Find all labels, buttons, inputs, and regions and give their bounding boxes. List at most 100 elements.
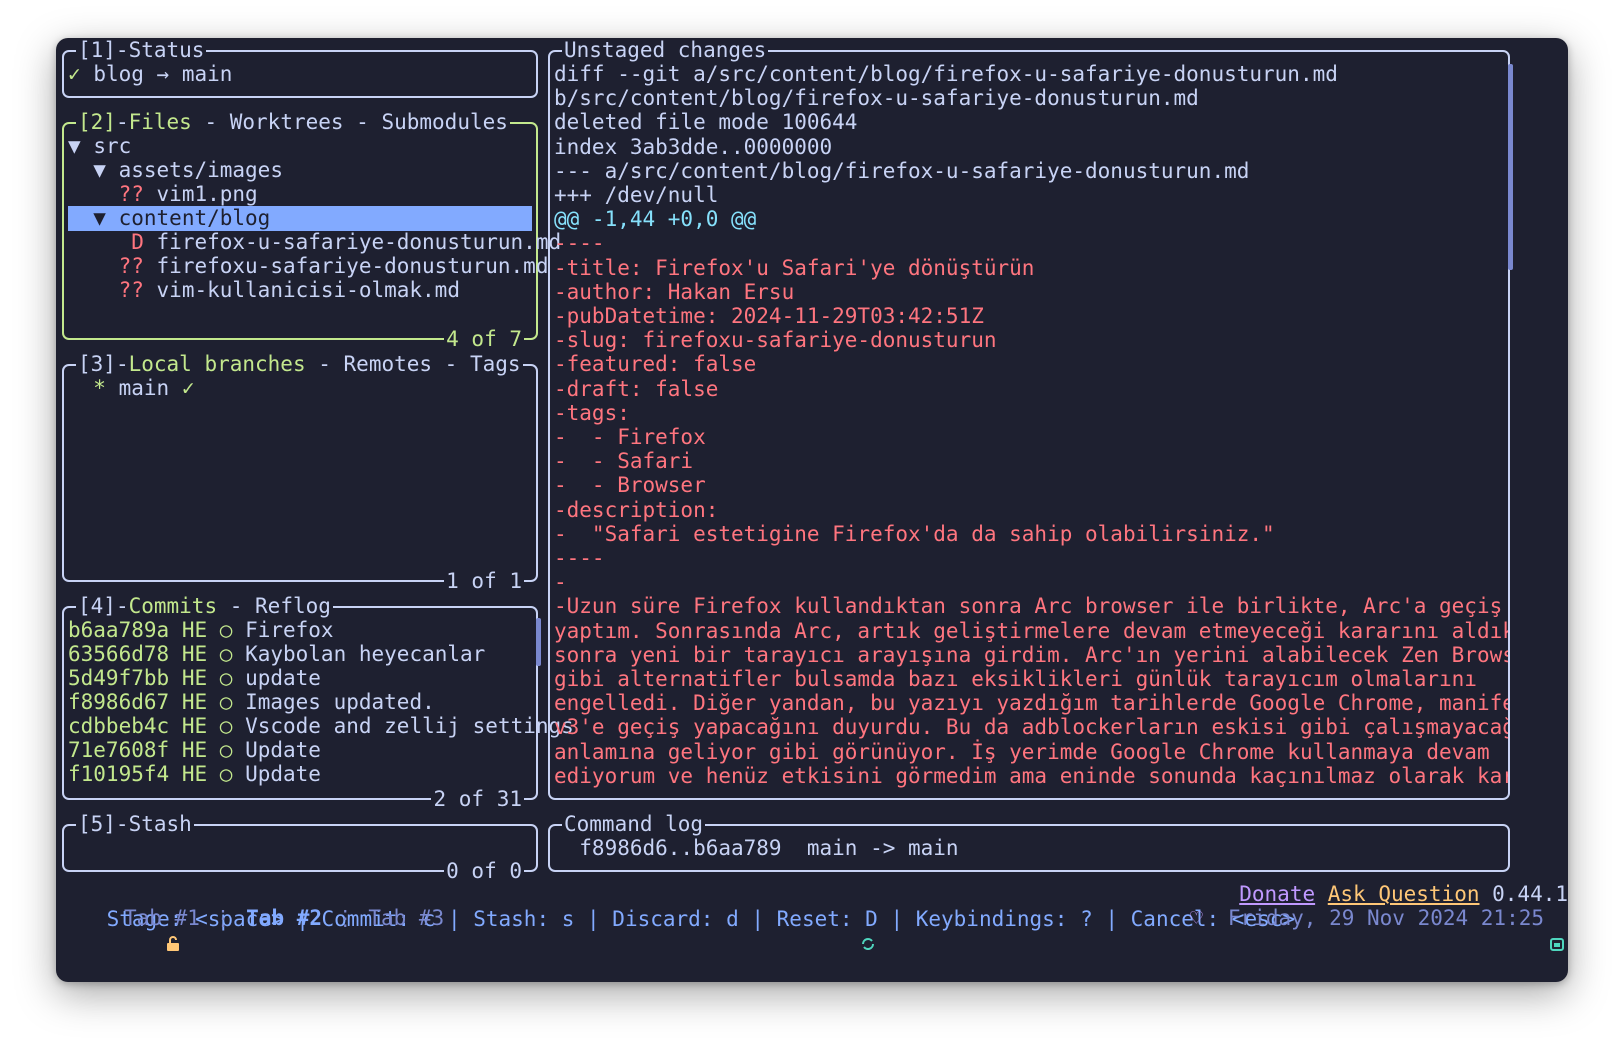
diff-line: - - Browser: [554, 473, 706, 498]
diff-line: sonra yeni bir tarayıcı arayışına girdim…: [554, 642, 1508, 667]
commit-node-icon: ○: [219, 666, 233, 690]
files-pane-title: [2]-Files - Worktrees - Submodules: [76, 110, 510, 135]
commit-row[interactable]: f10195f4 HE ○ Update: [68, 762, 321, 787]
commits-pane-title: [4]-Commits - Reflog: [76, 594, 333, 619]
stash-pane[interactable]: [5]-Stash 0 of 0: [62, 812, 538, 884]
commit-author: HE: [181, 762, 208, 786]
diff-line: +++ /dev/null: [554, 183, 719, 207]
commit-hash: f8986d67: [68, 690, 170, 714]
file-status-badge: ??: [118, 254, 144, 278]
tab-commits[interactable]: Commits: [129, 594, 218, 618]
check-icon: ✓: [68, 62, 81, 86]
branches-pane-counter: 1 of 1: [444, 569, 524, 594]
file-tree-item[interactable]: ?? firefoxu-safariye-donusturun.md: [68, 254, 549, 279]
ask-question-link[interactable]: Ask Question: [1328, 882, 1480, 906]
commit-hash: 63566d78: [68, 642, 170, 666]
files-pane[interactable]: [2]-Files - Worktrees - Submodules ▼ src…: [62, 110, 561, 352]
diff-pane[interactable]: Unstaged changes diff --git a/src/conten…: [548, 38, 1513, 800]
tab-separator: ⋮: [212, 906, 234, 930]
file-tree-item[interactable]: ?? vim1.png: [68, 182, 258, 207]
file-tree-item[interactable]: ▼ src: [68, 134, 131, 159]
commit-message: Update: [245, 738, 321, 762]
commit-hash: cdbbeb4c: [68, 714, 170, 738]
tab-remotes-tags[interactable]: - Remotes - Tags: [306, 352, 520, 376]
file-name: vim-kullanicisi-olmak.md: [156, 278, 460, 302]
diff-line: -: [554, 570, 567, 595]
tab-bar: Tab #1 ⋮ Tab #2 ⋮ Tab #3 ♡ Friday, 29 No…: [56, 906, 1568, 951]
calendar-icon: [1474, 906, 1564, 981]
tab-worktrees-submodules[interactable]: - Worktrees - Submodules: [192, 110, 507, 134]
tab-local-branches[interactable]: Local branches: [129, 352, 306, 376]
diff-scrollbar[interactable]: [1508, 64, 1513, 270]
diff-line: gibi alternatifler bulsamda bazı eksikli…: [554, 667, 1477, 691]
commit-hash: 5d49f7bb: [68, 666, 170, 690]
file-name: src: [93, 134, 132, 158]
commit-message: update: [245, 666, 321, 690]
file-name: vim1.png: [156, 182, 258, 206]
diff-line: ediyorum ve henüz etkisini görmedim ama …: [554, 763, 1508, 788]
command-log-line: f8986d6..b6aa789 main -> main: [554, 836, 959, 860]
keybar-right: Donate Ask Question 0.44.1: [1239, 882, 1568, 907]
commits-pane[interactable]: [4]-Commits - Reflog b6aa789a HE ○ Firef…: [62, 594, 574, 812]
commits-scrollbar[interactable]: [536, 618, 541, 666]
branch-name: main: [118, 376, 170, 400]
donate-link[interactable]: Donate: [1239, 882, 1315, 906]
commit-row[interactable]: 71e7608f HE ○ Update: [68, 738, 321, 763]
diff-line: -featured: false: [554, 352, 757, 377]
commit-node-icon: ○: [219, 690, 233, 714]
tab-3[interactable]: Tab #3: [368, 906, 444, 930]
tab-2[interactable]: Tab #2: [246, 906, 322, 930]
version-label: 0.44.1: [1492, 882, 1568, 906]
heart-icon: ♡: [1189, 906, 1203, 930]
tab-1[interactable]: Tab #1: [124, 906, 200, 930]
file-status-badge: ??: [118, 278, 144, 302]
chevron-down-icon[interactable]: ▼: [93, 158, 106, 182]
commit-hash: f10195f4: [68, 762, 170, 786]
file-tree-item[interactable]: ?? vim-kullanicisi-olmak.md: [68, 278, 460, 303]
chevron-down-icon[interactable]: ▼: [93, 206, 106, 230]
diff-pane-title: Unstaged changes: [562, 38, 769, 63]
file-tree-item[interactable]: ▼ content/blog: [68, 206, 532, 231]
commit-node-icon: ○: [219, 618, 233, 642]
commit-row[interactable]: 5d49f7bb HE ○ update: [68, 666, 321, 691]
diff-line: ----: [554, 546, 605, 570]
file-tree-item[interactable]: ▼ assets/images: [68, 158, 283, 183]
diff-line: index 3ab3dde..0000000: [554, 134, 833, 159]
commit-author: HE: [181, 690, 208, 714]
tab-reflog[interactable]: - Reflog: [217, 594, 331, 618]
commit-author: HE: [181, 618, 208, 642]
terminal-window: [1]-Status ✓ blog → main [2]-Files - Wor…: [56, 38, 1568, 982]
command-log-title: Command log: [562, 812, 706, 837]
tab-files[interactable]: Files: [129, 110, 192, 134]
commit-row[interactable]: cdbbeb4c HE ○ Vscode and zellij settings: [68, 714, 574, 739]
commit-row[interactable]: f8986d67 HE ○ Images updated.: [68, 690, 435, 715]
commit-author: HE: [181, 642, 208, 666]
branch-item[interactable]: * main ✓: [68, 376, 194, 401]
diff-line: -description:: [554, 497, 719, 522]
branches-pane[interactable]: [3]-Local branches - Remotes - Tags * ma…: [62, 352, 538, 594]
commit-message: Kaybolan heyecanlar: [245, 642, 486, 666]
commit-row[interactable]: b6aa789a HE ○ Firefox: [68, 618, 334, 643]
commit-node-icon: ○: [219, 738, 233, 762]
arrow-right-icon: →: [156, 62, 170, 86]
keybinding-bar: Stage: <space> | Commit: c | Stash: s | …: [56, 882, 1568, 931]
diff-line: @@ -1,44 +0,0 @@: [554, 207, 757, 232]
command-log-pane[interactable]: Command log f8986d6..b6aa789 main -> mai…: [548, 812, 1510, 872]
status-pane[interactable]: [1]-Status ✓ blog → main: [62, 38, 538, 98]
commit-message: Update: [245, 762, 321, 786]
commit-hash: b6aa789a: [68, 618, 170, 642]
commit-row[interactable]: 63566d78 HE ○ Kaybolan heyecanlar: [68, 642, 485, 667]
diff-line: yaptım. Sonrasında Arc, artık geliştirme…: [554, 618, 1508, 643]
chevron-down-icon[interactable]: ▼: [68, 134, 81, 158]
diff-line: - - Firefox: [554, 425, 706, 449]
diff-line: -pubDatetime: 2024-11-29T03:42:51Z: [554, 304, 984, 328]
diff-content: diff --git a/src/content/blog/firefox-u-…: [554, 62, 1508, 796]
file-status-badge: ??: [118, 182, 144, 206]
file-tree-item[interactable]: D firefox-u-safariye-donusturun.md: [68, 230, 561, 255]
tab-list: Tab #1 ⋮ Tab #2 ⋮ Tab #3: [124, 906, 444, 931]
file-name: firefox-u-safariye-donusturun.md: [156, 230, 562, 254]
diff-line: b/src/content/blog/firefox-u-safariye-do…: [554, 86, 1199, 111]
diff-line: -Uzun süre Firefox kullandıktan sonra Ar…: [554, 594, 1503, 619]
